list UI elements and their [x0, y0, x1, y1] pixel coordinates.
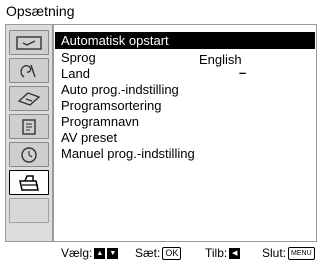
hint-set-label: Sæt:: [135, 246, 161, 260]
menu-item-manuel-prog[interactable]: Manuel prog.-indstilling: [61, 146, 195, 161]
arrow-left-icon: ◀: [229, 247, 241, 259]
sidebar: [5, 24, 53, 242]
ok-key-icon: OK: [162, 246, 182, 260]
screen-icon: [17, 91, 41, 106]
menu-item-programnavn[interactable]: Programnavn: [61, 114, 139, 129]
menu-item-automatisk-opstart[interactable]: Automatisk opstart: [61, 33, 169, 48]
tab-picture[interactable]: [9, 30, 49, 55]
tab-setup[interactable]: [9, 170, 49, 195]
hint-exit-label: Slut:: [262, 246, 287, 260]
sound-icon: [20, 64, 36, 78]
tab-timer[interactable]: [9, 142, 49, 167]
menu-item-programsortering[interactable]: Programsortering: [61, 98, 161, 113]
tab-empty: [9, 198, 49, 223]
page-title: Opsætning: [6, 3, 75, 19]
menu-item-auto-prog[interactable]: Auto prog.-indstilling: [61, 82, 179, 97]
arrow-down-icon: ▼: [107, 247, 119, 259]
features-icon: [22, 118, 36, 135]
land-value: –: [239, 65, 247, 80]
tab-features[interactable]: [9, 114, 49, 139]
footer-hints: Vælg: ▲ ▼ Sæt: OK Tilb: ◀ Slut: MENU: [0, 246, 325, 262]
toolbox-icon: [19, 174, 39, 191]
sprog-value: English: [199, 52, 242, 67]
picture-icon: [16, 35, 42, 50]
arrow-up-icon: ▲: [94, 247, 106, 259]
clock-icon: [21, 146, 37, 163]
hint-set: Sæt: OK: [135, 246, 182, 260]
menu-item-sprog[interactable]: Sprog: [61, 50, 96, 65]
hint-select: Vælg: ▲ ▼: [61, 246, 119, 260]
hint-back: Tilb: ◀: [205, 246, 241, 260]
hint-select-label: Vælg:: [61, 246, 93, 260]
menu-key-icon: MENU: [288, 246, 315, 260]
tab-sound[interactable]: [9, 58, 49, 83]
hint-exit: Slut: MENU: [262, 246, 315, 260]
menu-item-land[interactable]: Land: [61, 66, 90, 81]
hint-back-label: Tilb:: [205, 246, 228, 260]
tab-screen[interactable]: [9, 86, 49, 111]
menu-panel: Automatisk opstart Sprog Land Auto prog.…: [53, 24, 317, 242]
menu-item-av-preset[interactable]: AV preset: [61, 130, 117, 145]
